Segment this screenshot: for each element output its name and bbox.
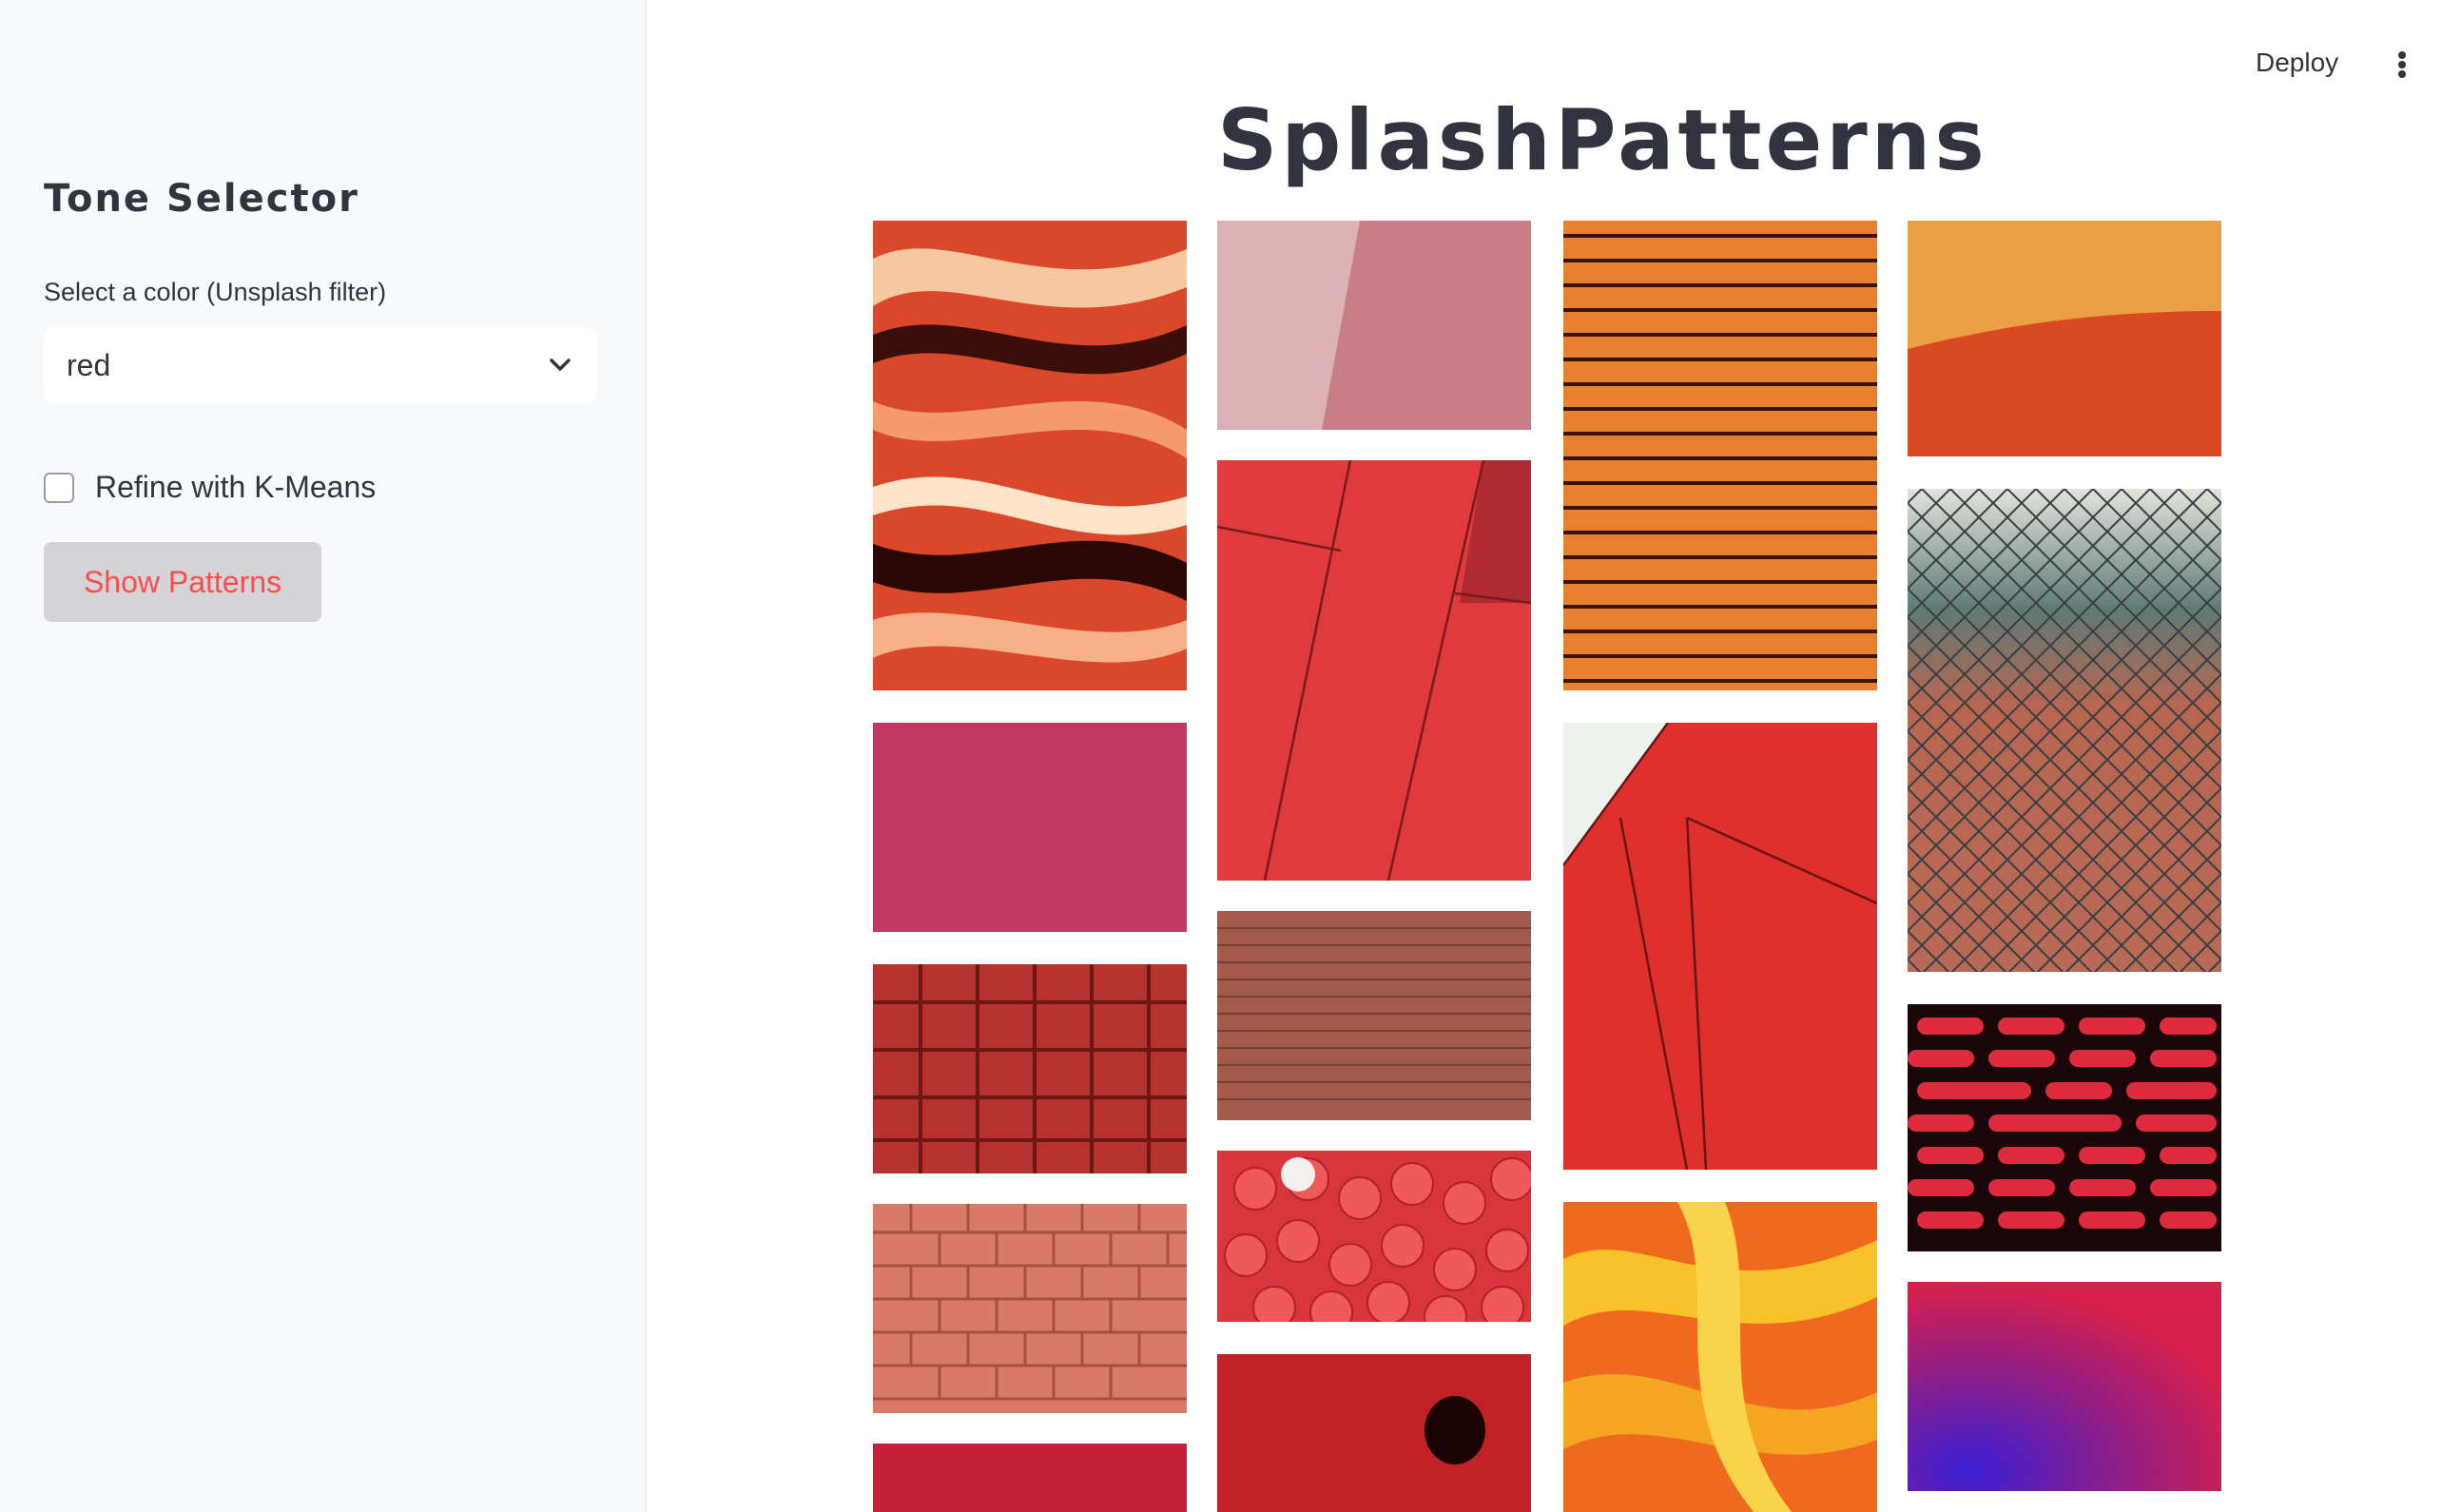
color-select-value: red (67, 347, 111, 382)
pattern-image-pink-wall[interactable] (1217, 221, 1531, 430)
chevron-down-icon (546, 351, 574, 379)
pattern-image-red-buttons[interactable] (1217, 1151, 1531, 1322)
color-select-label: Select a color (Unsplash filter) (44, 278, 387, 306)
kebab-menu-icon[interactable] (2389, 48, 2415, 82)
app-root: Tone Selector Select a color (Unsplash f… (0, 0, 2442, 1512)
kmeans-checkbox-label: Refine with K-Means (95, 470, 377, 504)
pattern-image-orange-curve[interactable] (1908, 221, 2221, 456)
pattern-image-swirl-marble[interactable] (873, 221, 1187, 690)
pattern-image-red-panels[interactable] (1217, 460, 1531, 881)
pattern-image-orange-stripes[interactable] (1563, 221, 1877, 690)
pattern-image-red-droplets[interactable] (873, 1444, 1187, 1512)
pattern-image-wood-blocks[interactable] (873, 964, 1187, 1173)
deploy-button[interactable]: Deploy (2256, 48, 2338, 78)
pattern-image-red-facade[interactable] (1563, 723, 1877, 1170)
kmeans-checkbox-row[interactable]: Refine with K-Means (44, 470, 376, 505)
show-patterns-button[interactable]: Show Patterns (44, 542, 321, 622)
page-title: SplashPatterns (1217, 91, 1988, 189)
pattern-image-red-slots[interactable] (1908, 1004, 2221, 1251)
pattern-image-brick-wall[interactable] (1217, 911, 1531, 1120)
pattern-image-fluid-paint[interactable] (1563, 1202, 1877, 1512)
sidebar: Tone Selector Select a color (Unsplash f… (0, 0, 647, 1512)
kmeans-checkbox[interactable] (44, 472, 74, 503)
pattern-image-chain-fence[interactable] (1908, 489, 2221, 972)
pattern-image-torn-red[interactable] (1217, 1354, 1531, 1512)
pattern-image-salmon-brick[interactable] (873, 1204, 1187, 1413)
pattern-image-purple-gradient[interactable] (1908, 1282, 2221, 1491)
sidebar-title: Tone Selector (44, 177, 359, 221)
pattern-image-pink-glitter[interactable] (873, 723, 1187, 932)
color-select[interactable]: red (44, 327, 597, 403)
